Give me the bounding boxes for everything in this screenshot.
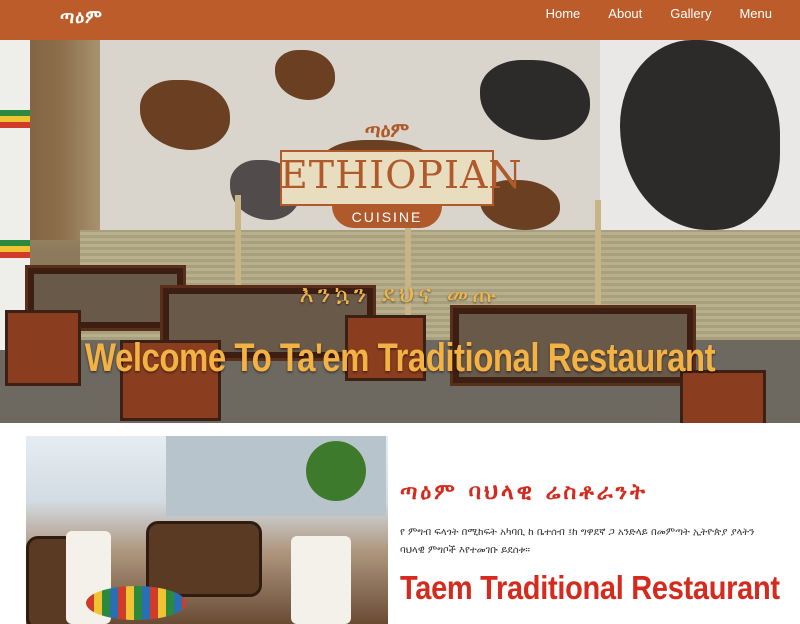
hide-patch <box>275 50 335 100</box>
hide-patch <box>140 80 230 150</box>
hero-welcome-title: Welcome To Ta'em Traditional Restaurant <box>84 335 716 380</box>
sign-amharic: ጣዕም <box>364 118 410 142</box>
nav-link-gallery[interactable]: Gallery <box>656 0 725 40</box>
hero-banner: ጣዕም ETHIOPIAN CUISINE እንኳን ደህና መጡ Welcom… <box>0 40 800 423</box>
img-tree <box>306 441 366 501</box>
sign-main-text: ETHIOPIAN <box>280 153 523 197</box>
img-basket <box>86 586 186 620</box>
about-title-amharic: ጣዕም ባህላዊ ሬስቶራንት <box>400 480 649 505</box>
hero-cowskin <box>600 40 800 250</box>
about-description: የ ምግብ ፍላጎት በሚከፍት አካባቢ ከ ቤተሰብ ፤ከ ግዋደኛ ጋ አ… <box>400 527 755 556</box>
nav-menu: Home About Gallery Menu <box>532 0 786 40</box>
nav-link-menu[interactable]: Menu <box>725 0 786 40</box>
img-person <box>291 536 351 624</box>
hide-patch <box>620 40 780 230</box>
about-heading: Taem Traditional Restaurant <box>400 570 780 607</box>
brand-logo[interactable]: ጣዕም <box>60 7 103 28</box>
about-image <box>26 436 388 624</box>
nav-link-home[interactable]: Home <box>532 0 595 40</box>
nav-link-about[interactable]: About <box>594 0 656 40</box>
restaurant-sign: ጣዕም ETHIOPIAN CUISINE <box>280 118 523 230</box>
navbar: ጣዕም Home About Gallery Menu <box>0 0 800 40</box>
hero-greeting-amharic: እንኳን ደህና መጡ <box>299 280 501 308</box>
sign-sub-text: CUISINE <box>332 206 442 228</box>
img-carving <box>146 521 262 597</box>
hide-patch <box>480 60 590 140</box>
